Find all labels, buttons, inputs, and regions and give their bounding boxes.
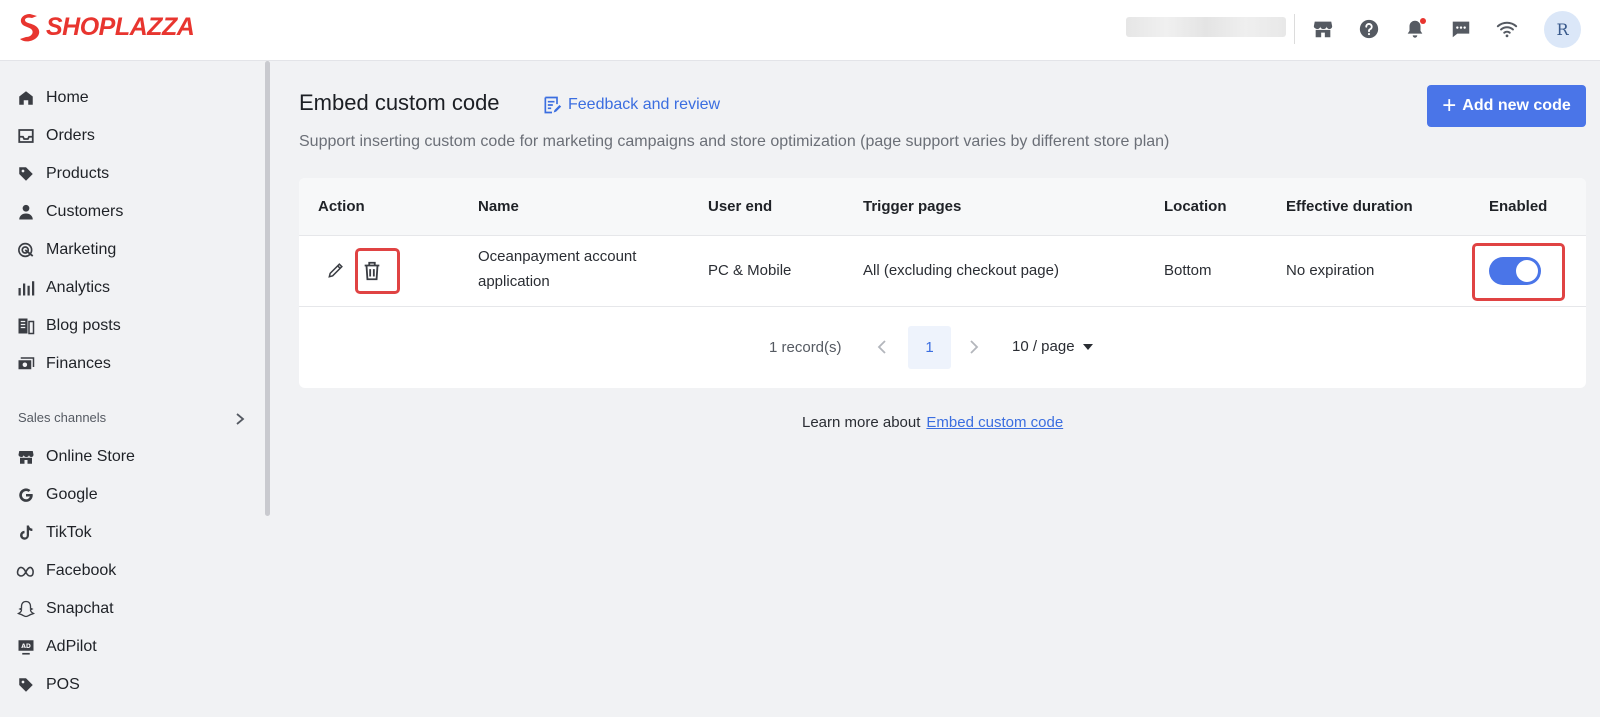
row-duration: No expiration [1286, 262, 1375, 279]
logo-text: SHOPLAZZA [46, 12, 195, 41]
delete-highlight-box [355, 248, 400, 294]
column-header-action: Action [318, 198, 365, 215]
sidebar-item-label: POS [46, 676, 80, 693]
chevron-right-icon[interactable] [234, 412, 246, 426]
sidebar-item-label: Facebook [46, 562, 117, 579]
sidebar-item-customers[interactable]: Customers [16, 198, 123, 226]
column-header-trigger-pages: Trigger pages [863, 198, 962, 215]
sidebar-item-label: Snapchat [46, 600, 114, 617]
sidebar-item-products[interactable]: Products [16, 160, 109, 188]
sidebar-item-label: Google [46, 486, 98, 503]
sidebar-item-label: Finances [46, 355, 111, 372]
sidebar-item-online-store[interactable]: Online Store [16, 443, 135, 471]
chat-icon[interactable] [1449, 17, 1473, 41]
sidebar-item-tiktok[interactable]: TikTok [16, 519, 92, 547]
sidebar-item-adpilot[interactable]: AD AdPilot [16, 633, 97, 661]
sidebar-item-label: Customers [46, 203, 124, 220]
sidebar-item-label: TikTok [46, 524, 92, 541]
target-icon [16, 240, 36, 260]
column-header-location: Location [1164, 198, 1227, 215]
ad-icon: AD [16, 637, 36, 657]
ghost-icon [16, 599, 36, 619]
sidebar-item-blog-posts[interactable]: Blog posts [16, 312, 121, 340]
table-row: Oceanpayment account application PC & Mo… [299, 236, 1586, 307]
sales-channels-heading: Sales channels [18, 410, 107, 425]
table-header: Action Name User end Trigger pages Locat… [299, 178, 1586, 236]
store-icon[interactable] [1311, 17, 1335, 41]
google-icon [16, 485, 36, 505]
store-name-blurred[interactable] [1126, 17, 1286, 37]
top-bar: SHOPLAZZA R [0, 0, 1600, 61]
store-icon [16, 447, 36, 467]
bell-icon[interactable] [1403, 17, 1427, 41]
home-icon [16, 88, 36, 108]
toggle-highlight-box [1472, 243, 1565, 301]
help-icon[interactable] [1357, 17, 1381, 41]
chevron-right-icon[interactable] [967, 338, 981, 356]
blog-icon [16, 316, 36, 336]
feedback-icon [544, 96, 562, 114]
tag-icon [16, 675, 36, 695]
row-location: Bottom [1164, 262, 1212, 279]
row-name-line1: Oceanpayment account [478, 248, 637, 265]
sidebar-scrollbar[interactable] [265, 61, 270, 516]
logo-mark-icon [20, 14, 40, 42]
sidebar-item-home[interactable]: Home [16, 84, 89, 112]
shoplazza-logo[interactable]: SHOPLAZZA [16, 12, 195, 42]
sidebar-item-finances[interactable]: Finances [16, 350, 111, 378]
sidebar-item-label: Analytics [46, 279, 111, 296]
row-name-line2: application [478, 273, 550, 290]
pencil-icon[interactable] [326, 260, 346, 280]
sidebar-item-orders[interactable]: Orders [16, 122, 95, 150]
tag-icon [16, 164, 36, 184]
bar-chart-icon [16, 278, 36, 298]
pagination-record-count: 1 record(s) [769, 339, 842, 356]
chevron-left-icon[interactable] [875, 338, 889, 356]
inbox-icon [16, 126, 36, 146]
money-icon [16, 354, 36, 374]
row-user-end: PC & Mobile [708, 262, 792, 279]
sidebar-item-snapchat[interactable]: Snapchat [16, 595, 114, 623]
sidebar-item-label: Orders [46, 127, 95, 144]
page-size-value: 10 / page [1012, 338, 1075, 355]
column-header-user-end: User end [708, 198, 773, 215]
sidebar-item-analytics[interactable]: Analytics [16, 274, 110, 302]
column-header-name: Name [478, 198, 519, 215]
meta-icon [16, 561, 36, 581]
notification-dot [1420, 18, 1426, 24]
column-header-effective-duration: Effective duration [1286, 198, 1413, 215]
add-new-code-label: Add new code [1462, 97, 1571, 114]
sidebar-item-label: Marketing [46, 241, 117, 258]
pagination-page-1[interactable]: 1 [908, 326, 951, 369]
learn-more-text: Learn more about [802, 414, 921, 431]
sidebar-item-facebook[interactable]: Facebook [16, 557, 116, 585]
tiktok-icon [16, 523, 36, 543]
person-icon [16, 202, 36, 222]
svg-text:AD: AD [21, 643, 31, 650]
caret-down-icon [1082, 343, 1093, 350]
sidebar-item-label: Products [46, 165, 110, 182]
add-new-code-button[interactable]: + Add new code [1427, 85, 1586, 127]
topbar-divider [1294, 14, 1295, 44]
wifi-icon[interactable] [1495, 17, 1519, 41]
sidebar-item-pos[interactable]: POS [16, 671, 80, 699]
custom-code-table-card: Action Name User end Trigger pages Locat… [299, 178, 1586, 388]
feedback-label: Feedback and review [568, 96, 721, 113]
sidebar-item-label: Blog posts [46, 317, 121, 334]
page-title: Embed custom code [299, 90, 500, 115]
column-header-enabled: Enabled [1489, 198, 1548, 215]
plus-icon: + [1442, 92, 1457, 119]
page-size-select[interactable]: 10 / page [1012, 338, 1093, 355]
sidebar-item-label: Online Store [46, 448, 135, 465]
learn-more: Learn more about Embed custom code [802, 414, 1063, 431]
sidebar-item-label: AdPilot [46, 638, 97, 655]
sidebar-item-marketing[interactable]: Marketing [16, 236, 116, 264]
sidebar-item-google[interactable]: Google [16, 481, 98, 509]
row-trigger-pages: All (excluding checkout page) [863, 262, 1059, 279]
sidebar-item-label: Home [46, 89, 89, 106]
page-subtitle: Support inserting custom code for market… [299, 133, 1170, 150]
feedback-link[interactable]: Feedback and review [542, 95, 720, 115]
learn-more-link[interactable]: Embed custom code [926, 414, 1063, 431]
user-avatar[interactable]: R [1544, 11, 1581, 48]
